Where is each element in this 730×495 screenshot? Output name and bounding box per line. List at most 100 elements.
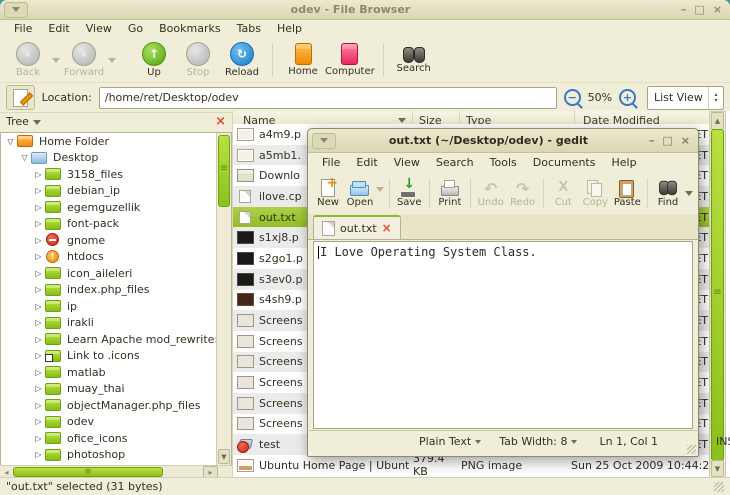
forward-button[interactable]: › Forward: [62, 39, 106, 81]
zoom-in-icon[interactable]: +: [619, 89, 636, 106]
back-dropdown-icon[interactable]: [50, 53, 62, 67]
tree-item[interactable]: ip: [1, 298, 217, 315]
expander-icon[interactable]: [32, 219, 45, 228]
side-pane-dropdown-icon[interactable]: [32, 119, 41, 129]
expander-icon[interactable]: [32, 186, 45, 195]
tab-width-selector[interactable]: Tab Width: 8: [499, 435, 578, 448]
scrollbar-thumb[interactable]: [218, 135, 230, 207]
expander-icon[interactable]: [32, 318, 45, 327]
expander-icon[interactable]: [32, 417, 45, 426]
tree-item[interactable]: Home Folder: [1, 133, 217, 150]
reload-button[interactable]: ↻ Reload: [220, 39, 264, 81]
view-mode-stepper-icon[interactable]: ▴ ▾: [708, 86, 723, 109]
expander-icon[interactable]: [32, 252, 45, 261]
scroll-up-icon[interactable]: ▲: [711, 112, 724, 130]
minimize-button[interactable]: [681, 3, 687, 16]
menu-item[interactable]: File: [6, 20, 40, 37]
minimize-button[interactable]: [649, 134, 655, 147]
expander-icon[interactable]: [32, 335, 45, 344]
tab-out-txt[interactable]: out.txt: [313, 215, 401, 239]
expander-icon[interactable]: [32, 170, 45, 179]
home-button[interactable]: Home: [281, 39, 325, 81]
tree-item[interactable]: index.php_files: [1, 282, 217, 299]
forward-dropdown-icon[interactable]: [106, 53, 118, 67]
tree-item[interactable]: Learn Apache mod_rewrite: 13 Real-work: [1, 331, 217, 348]
menu-item[interactable]: Tools: [482, 154, 525, 171]
scrollbar-thumb[interactable]: [711, 129, 724, 461]
maximize-button[interactable]: [662, 134, 672, 147]
up-button[interactable]: ↑ Up: [132, 39, 176, 81]
new-button[interactable]: New: [312, 173, 344, 213]
open-button[interactable]: Open: [344, 173, 376, 213]
menu-item[interactable]: Search: [428, 154, 482, 171]
resize-grip[interactable]: [687, 445, 696, 454]
expander-icon[interactable]: [32, 236, 45, 245]
menu-item[interactable]: Documents: [525, 154, 604, 171]
cut-button[interactable]: Cut: [547, 173, 579, 213]
menu-item[interactable]: View: [78, 20, 120, 37]
tree-item[interactable]: Desktop: [1, 150, 217, 167]
expander-icon[interactable]: [32, 269, 45, 278]
tree-item[interactable]: matlab: [1, 364, 217, 381]
tree-item[interactable]: irakli: [1, 315, 217, 332]
expander-icon[interactable]: [32, 203, 45, 212]
text-editor-area[interactable]: I Love Operating System Class.: [313, 241, 693, 429]
undo-button[interactable]: Undo: [475, 173, 507, 213]
scroll-down-icon[interactable]: ▼: [218, 449, 230, 464]
menu-item[interactable]: Edit: [348, 154, 385, 171]
tree-item[interactable]: htdocs: [1, 249, 217, 266]
tree-item[interactable]: icon_aileleri: [1, 265, 217, 282]
save-button[interactable]: Save: [393, 173, 425, 213]
redo-button[interactable]: Redo: [507, 173, 539, 213]
tree-vertical-scrollbar[interactable]: ▼: [216, 133, 231, 465]
menu-item[interactable]: File: [314, 154, 348, 171]
view-mode-select[interactable]: List View ▴ ▾: [646, 85, 724, 110]
window-menu-button[interactable]: [4, 1, 28, 18]
maximize-button[interactable]: [694, 3, 704, 16]
expander-icon[interactable]: [32, 450, 45, 459]
expander-icon[interactable]: [4, 137, 17, 146]
language-selector[interactable]: Plain Text: [419, 435, 482, 448]
print-button[interactable]: Print: [434, 173, 466, 213]
tree-item[interactable]: egemguzellik: [1, 199, 217, 216]
scroll-down-icon[interactable]: ▼: [711, 460, 724, 477]
tree-item[interactable]: odev: [1, 414, 217, 431]
expander-icon[interactable]: [18, 153, 31, 162]
list-vertical-scrollbar[interactable]: ▲ ▼: [709, 111, 726, 478]
side-pane-close-icon[interactable]: [215, 114, 226, 129]
tree-item[interactable]: gnome: [1, 232, 217, 249]
side-pane-title[interactable]: Tree: [6, 115, 29, 128]
close-button[interactable]: [681, 134, 690, 147]
expander-icon[interactable]: [32, 285, 45, 294]
menu-item[interactable]: Help: [603, 154, 644, 171]
close-button[interactable]: [713, 3, 722, 16]
file-browser-titlebar[interactable]: odev - File Browser: [0, 0, 730, 20]
find-button[interactable]: Find: [652, 173, 684, 213]
expander-icon[interactable]: [32, 434, 45, 443]
expander-icon[interactable]: [32, 384, 45, 393]
toolbar-overflow-icon[interactable]: [684, 186, 694, 200]
tree-item[interactable]: debian_ip: [1, 183, 217, 200]
back-button[interactable]: ‹ Back: [6, 39, 50, 81]
search-button[interactable]: Search: [392, 39, 436, 81]
file-row[interactable]: Ubuntu Home Page | Ubuntu_125... 379.4 K…: [233, 452, 711, 478]
expander-icon[interactable]: [32, 401, 45, 410]
gedit-titlebar[interactable]: out.txt (~/Desktop/odev) - gedit: [308, 129, 698, 153]
copy-button[interactable]: Copy: [579, 173, 611, 213]
menu-item[interactable]: Edit: [40, 20, 77, 37]
tab-close-icon[interactable]: [382, 221, 392, 235]
paste-button[interactable]: Paste: [611, 173, 643, 213]
menu-item[interactable]: Tabs: [229, 20, 269, 37]
tree-item[interactable]: objectManager.php_files: [1, 397, 217, 414]
scrollbar-thumb[interactable]: [13, 467, 163, 477]
expander-icon[interactable]: [32, 368, 45, 377]
edit-location-button[interactable]: [6, 85, 35, 110]
stop-button[interactable]: Stop: [176, 39, 220, 81]
tree-item[interactable]: muay_thai: [1, 381, 217, 398]
location-input[interactable]: /home/ret/Desktop/odev: [98, 86, 557, 109]
tree-item[interactable]: ofice_icons: [1, 430, 217, 447]
menu-item[interactable]: Bookmarks: [151, 20, 228, 37]
resize-grip[interactable]: [714, 481, 724, 492]
window-menu-button[interactable]: [312, 132, 336, 149]
tree-item[interactable]: Link to .icons: [1, 348, 217, 365]
